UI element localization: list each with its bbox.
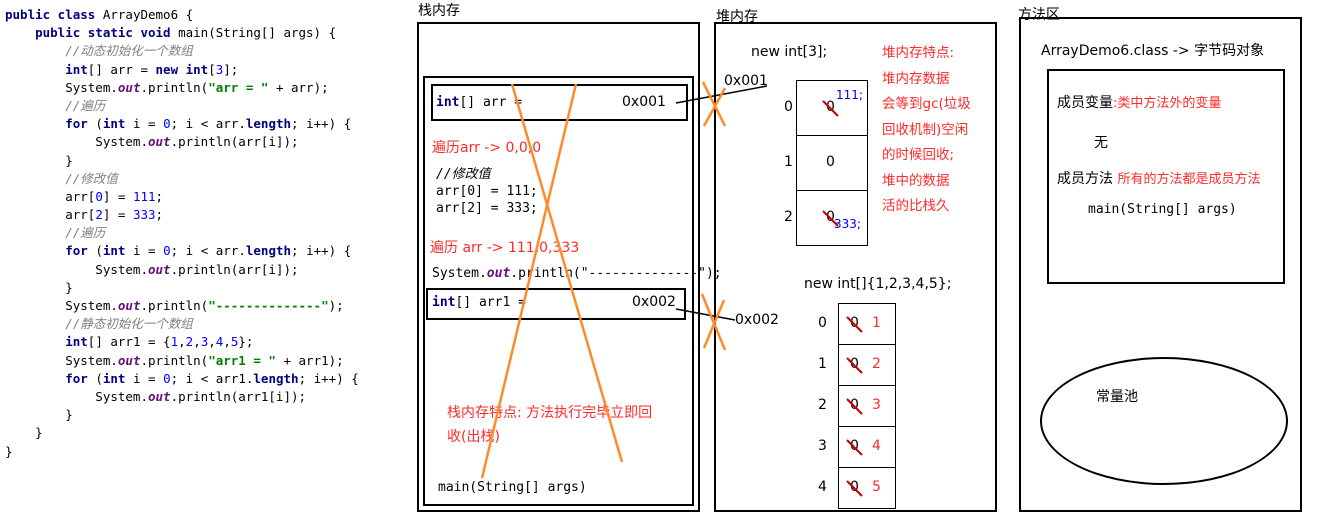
pointer-line-0x002: [675, 308, 736, 321]
stack-cross-stroke-1: [510, 83, 624, 463]
overlay-strokes: [480, 81, 768, 479]
